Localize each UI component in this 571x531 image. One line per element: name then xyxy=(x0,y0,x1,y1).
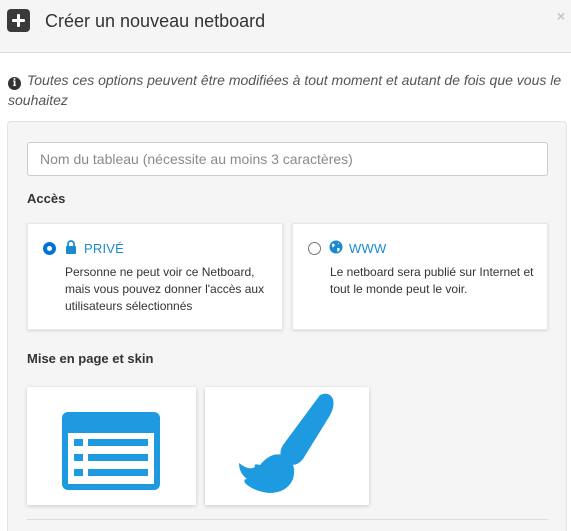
skin-option-brush[interactable] xyxy=(205,387,369,505)
access-section-label: Accès xyxy=(27,191,66,206)
info-message: i Toutes ces options peuvent être modifié… xyxy=(8,70,568,110)
info-text: Toutes ces options peuvent être modifiée… xyxy=(8,72,562,108)
list-layout-icon xyxy=(62,412,160,490)
private-title: PRIVÉ xyxy=(84,241,125,256)
info-icon: i xyxy=(8,77,21,90)
access-option-private[interactable]: PRIVÉ Personne ne peut voir ce Netboard,… xyxy=(27,223,283,330)
globe-icon xyxy=(329,240,343,254)
www-description: Le netboard sera publié sur Internet et … xyxy=(330,265,534,296)
private-radio[interactable] xyxy=(43,242,56,255)
paintbrush-icon xyxy=(239,393,334,493)
modal-title: Créer un nouveau netboard xyxy=(45,11,266,31)
lock-icon xyxy=(66,240,76,254)
private-description: Personne ne peut voir ce Netboard, mais … xyxy=(65,265,265,313)
www-title: WWW xyxy=(349,241,387,256)
divider xyxy=(27,519,548,520)
access-option-www[interactable]: WWW Le netboard sera publié sur Internet… xyxy=(292,223,548,330)
www-radio[interactable] xyxy=(308,242,321,255)
close-button[interactable]: × xyxy=(557,8,565,24)
board-name-input[interactable] xyxy=(27,142,548,176)
skin-option-list-layout[interactable] xyxy=(27,387,196,505)
form-panel: Accès PRIVÉ Personne ne peut voir ce Net… xyxy=(7,121,567,531)
create-netboard-modal: Créer un nouveau netboard × i Toutes ces … xyxy=(0,0,571,531)
modal-header: Créer un nouveau netboard × xyxy=(0,0,571,53)
plus-square-icon xyxy=(7,9,30,32)
layout-section-label: Mise en page et skin xyxy=(27,351,154,366)
